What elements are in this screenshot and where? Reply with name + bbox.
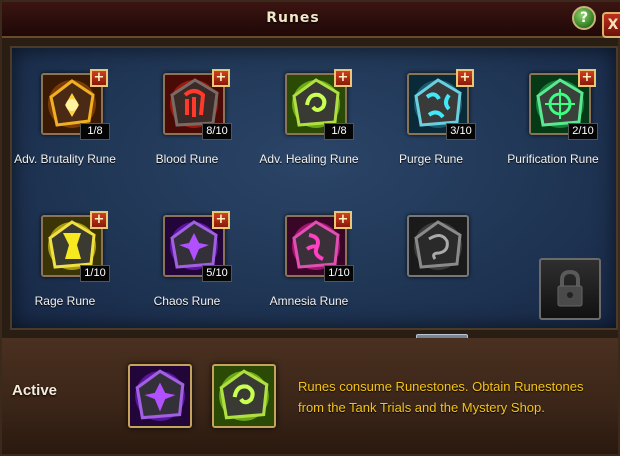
add-rune-button[interactable]: + [90,211,108,229]
rune-level: 1/10 [80,265,110,282]
rune-name: Adv. Healing Rune [259,152,359,166]
active-slot-healing-rune[interactable] [212,364,276,428]
runestone-info-text: Runes consume Runestones. Obtain Runesto… [298,379,584,415]
add-rune-button[interactable]: + [456,69,474,87]
title-bar: Runes ? X [2,2,620,38]
add-rune-button[interactable]: + [578,69,596,87]
add-rune-button[interactable]: + [334,69,352,87]
chaos-rune-icon [130,366,190,426]
add-rune-button[interactable]: + [90,69,108,87]
add-rune-button[interactable]: + [212,69,230,87]
help-button[interactable]: ? [572,6,596,30]
rune-slot-amnesia: + 1/10 Amnesia Rune [254,190,364,310]
active-runes-panel: Active Runes consume Runestones. Obtain … [2,338,618,454]
rune-slot-adv-healing: + 1/8 Adv. Healing Rune [254,48,364,168]
rune-level: 2/10 [568,123,598,140]
runes-window: Runes ? X + 1/8 Adv. Brutality Rune + 8/… [0,0,620,456]
add-rune-button[interactable]: + [334,211,352,229]
rune-name: Blood Rune [155,152,219,166]
rune-slot-adv-brutality: + 1/8 Adv. Brutality Rune [10,48,120,168]
rune-name: Adv. Brutality Rune [14,152,116,166]
close-button[interactable]: X [602,12,620,38]
rune-slot-purification: + 2/10 Purification Rune [498,48,608,168]
rune-level: 5/10 [202,265,232,282]
rune-level: 1/8 [80,123,110,140]
rune-name: Purge Rune [398,152,464,166]
gray-rune-icon[interactable] [407,215,469,277]
locked-rune-slot [539,258,601,320]
rune-slot-purge: + 3/10 Purge Rune [376,48,486,168]
rune-level: 1/8 [324,123,354,140]
rune-name: Purification Rune [507,152,599,166]
rune-slot-unlearned [376,190,486,310]
rune-level: 3/10 [446,123,476,140]
rune-level: 8/10 [202,123,232,140]
rune-slot-blood: + 8/10 Blood Rune [132,48,242,168]
rune-name: Rage Rune [34,294,96,308]
add-rune-button[interactable]: + [212,211,230,229]
rune-grid-panel: + 1/8 Adv. Brutality Rune + 8/10 Blood R… [10,46,618,354]
window-title: Runes [266,10,320,26]
rune-slot-chaos: + 5/10 Chaos Rune [132,190,242,310]
rune-name: Amnesia Rune [269,294,349,308]
healing-rune-icon [214,366,274,426]
rune-slot-rage: + 1/10 Rage Rune [10,190,120,310]
rune-name: Chaos Rune [153,294,221,308]
active-slot-chaos-rune[interactable] [128,364,192,428]
active-label: Active [12,382,58,399]
lock-icon [557,269,583,307]
rune-level: 1/10 [324,265,354,282]
